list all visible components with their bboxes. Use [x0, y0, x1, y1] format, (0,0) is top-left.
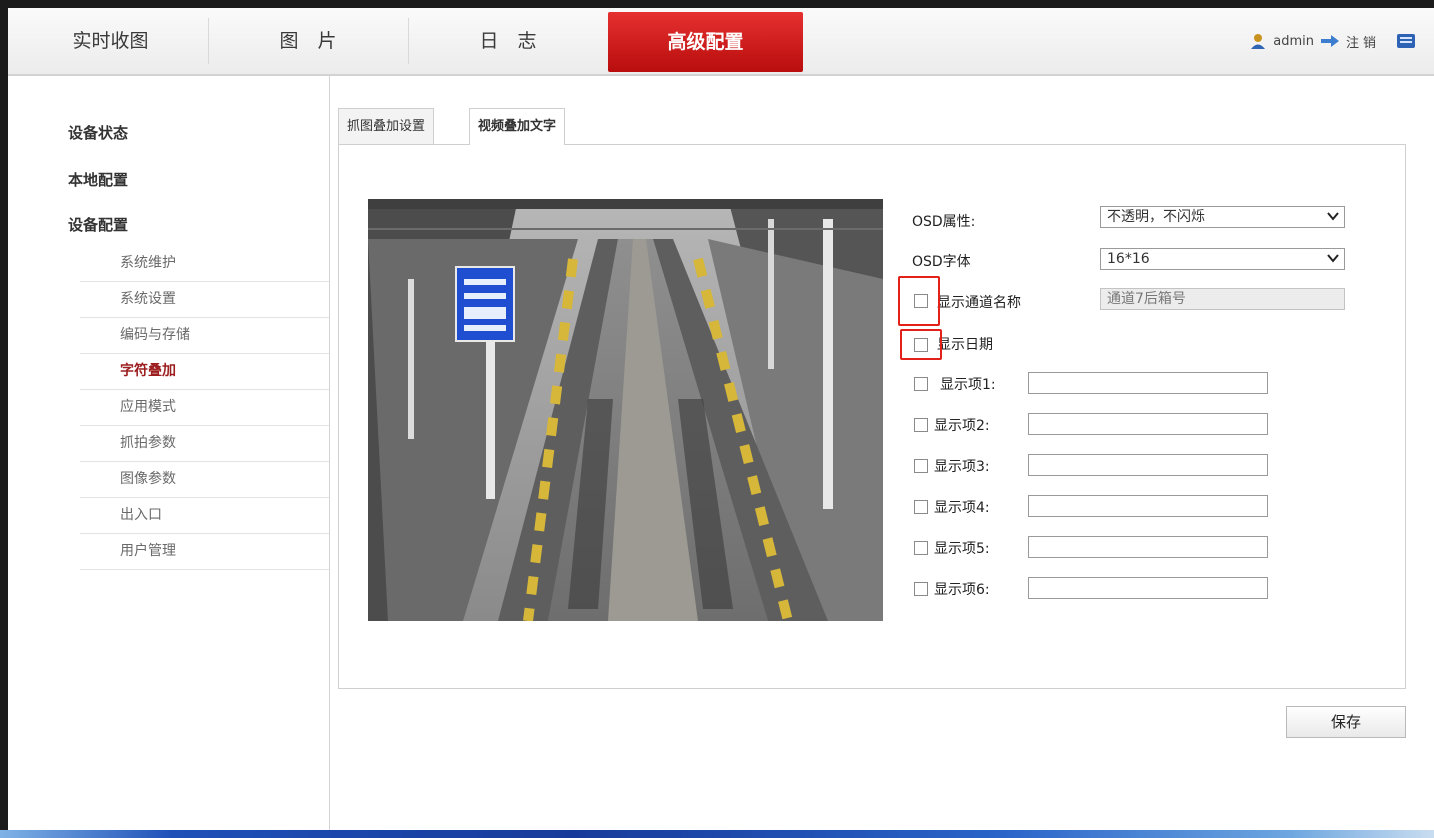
osd-font-label: OSD字体 — [912, 254, 971, 270]
display-item-1-input[interactable] — [1028, 372, 1268, 394]
nav-tab-advanced-config[interactable]: 高级配置 — [608, 12, 803, 72]
osd-attribute-select[interactable]: 不透明，不闪烁 — [1100, 206, 1345, 228]
highlight-box — [900, 329, 942, 360]
osd-attribute-value: 不透明，不闪烁 — [1107, 209, 1205, 225]
taskbar-strip — [0, 830, 1434, 838]
chevron-down-icon — [1326, 251, 1340, 271]
tab-video-overlay-text[interactable]: 视频叠加文字 — [469, 108, 566, 145]
display-item-3-input[interactable] — [1028, 454, 1268, 476]
camera-preview — [368, 199, 883, 621]
osd-font-value: 16*16 — [1107, 251, 1150, 267]
display-item-5-input[interactable] — [1028, 536, 1268, 558]
show-channel-name-label: 显示通道名称 — [937, 295, 1021, 311]
sidebar-item-user-management[interactable]: 用户管理 — [80, 534, 329, 570]
app-window: 实时收图 图 片 日 志 高级配置 admin 注销 设备状态 本地配置 设备配… — [8, 8, 1434, 832]
camera-scene-image — [368, 199, 883, 621]
device-config-submenu: 系统维护 系统设置 编码与存储 字符叠加 应用模式 抓拍参数 图像参数 出入口 … — [80, 246, 329, 570]
sidebar-item-capture-params[interactable]: 抓拍参数 — [80, 426, 329, 462]
chevron-down-icon — [1326, 209, 1340, 229]
username: admin — [1273, 33, 1314, 49]
logout-arrow-icon[interactable] — [1320, 34, 1340, 48]
screen-icon[interactable] — [1396, 33, 1416, 49]
channel-name-field[interactable]: 通道7后箱号 — [1100, 288, 1345, 310]
display-item-2-label: 显示项2: — [934, 418, 990, 434]
display-item-2-input[interactable] — [1028, 413, 1268, 435]
display-item-1-label: 显示项1: — [940, 377, 996, 393]
display-item-5-checkbox[interactable] — [914, 541, 928, 555]
sidebar-item-entrance-exit[interactable]: 出入口 — [80, 498, 329, 534]
display-item-3-label: 显示项3: — [934, 459, 990, 475]
display-item-4-checkbox[interactable] — [914, 500, 928, 514]
menu-device-status[interactable]: 设备状态 — [68, 122, 128, 143]
nav-tab-realtime[interactable]: 实时收图 — [28, 10, 193, 72]
display-item-2-checkbox[interactable] — [914, 418, 928, 432]
display-item-4-label: 显示项4: — [934, 500, 990, 516]
display-item-6-label: 显示项6: — [934, 582, 990, 598]
user-icon — [1249, 32, 1267, 50]
display-item-3-checkbox[interactable] — [914, 459, 928, 473]
logout-link[interactable]: 注销 — [1346, 32, 1380, 51]
nav-tab-logs[interactable]: 日 志 — [413, 10, 603, 72]
sidebar-item-system-maintenance[interactable]: 系统维护 — [80, 246, 329, 282]
display-item-6-checkbox[interactable] — [914, 582, 928, 596]
menu-local-config[interactable]: 本地配置 — [68, 169, 128, 190]
nav-divider — [408, 18, 409, 64]
sidebar-item-application-mode[interactable]: 应用模式 — [80, 390, 329, 426]
menu-device-config[interactable]: 设备配置 — [68, 214, 128, 235]
display-item-6-input[interactable] — [1028, 577, 1268, 599]
top-navigation: 实时收图 图 片 日 志 高级配置 admin 注销 — [8, 8, 1434, 76]
highlight-box — [898, 276, 940, 326]
sidebar-item-image-params[interactable]: 图像参数 — [80, 462, 329, 498]
display-item-4-input[interactable] — [1028, 495, 1268, 517]
osd-font-select[interactable]: 16*16 — [1100, 248, 1345, 270]
save-button[interactable]: 保存 — [1286, 706, 1406, 738]
display-item-1-checkbox[interactable] — [914, 377, 928, 391]
nav-divider — [208, 18, 209, 64]
sidebar-item-system-settings[interactable]: 系统设置 — [80, 282, 329, 318]
display-item-5-label: 显示项5: — [934, 541, 990, 557]
sidebar-item-text-overlay[interactable]: 字符叠加 — [80, 354, 329, 390]
osd-attribute-label: OSD属性: — [912, 214, 976, 230]
tab-capture-overlay-settings[interactable]: 抓图叠加设置 — [338, 108, 435, 144]
nav-tab-images[interactable]: 图 片 — [213, 10, 403, 72]
show-date-label: 显示日期 — [937, 337, 993, 353]
user-bar: admin 注销 — [1249, 30, 1416, 52]
sidebar-item-encoding-storage[interactable]: 编码与存储 — [80, 318, 329, 354]
